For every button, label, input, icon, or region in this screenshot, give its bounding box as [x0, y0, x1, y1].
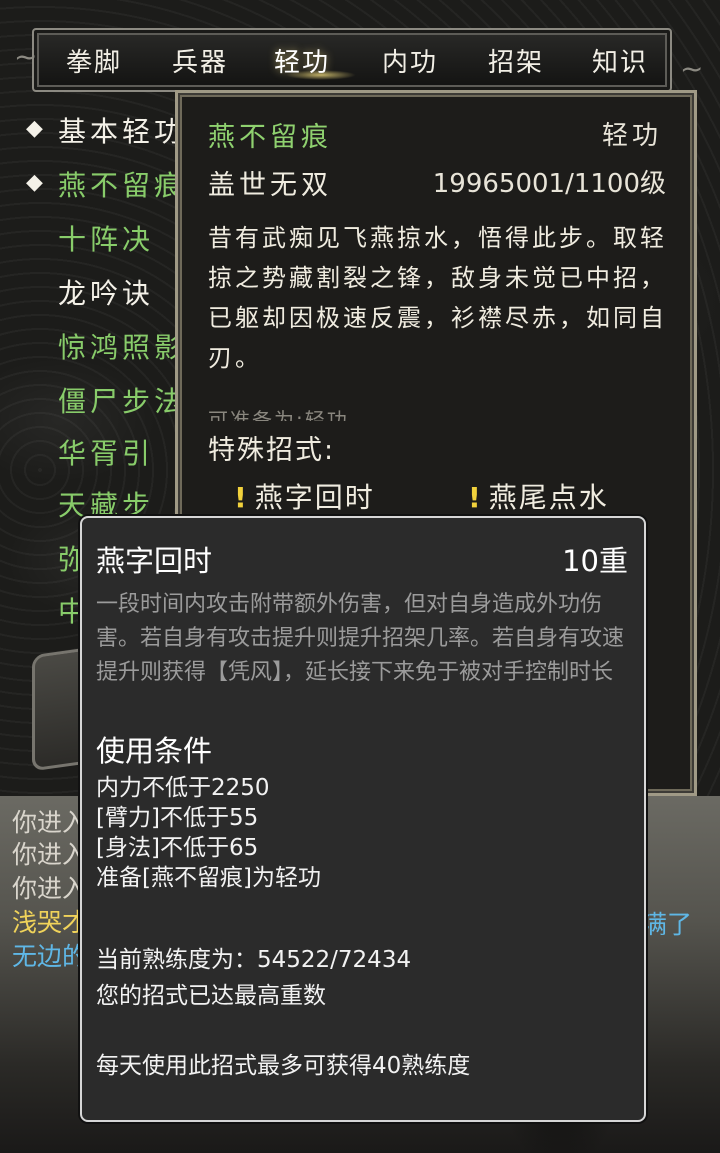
tab-knowledge[interactable]: 知识 [592, 42, 648, 79]
tooltip-description: 一段时间内攻击附带额外伤害，但对自身造成外功伤害。若自身有攻击提升则提升招架几率… [96, 592, 625, 685]
skill-name: 燕不留痕 [208, 122, 332, 153]
skill-list-item[interactable]: 龙吟诀 [58, 272, 154, 312]
swirl-ornament-right: ~ [680, 52, 704, 85]
tab-fist[interactable]: 拳脚 [66, 42, 122, 79]
alert-icon: ! [234, 481, 249, 514]
alert-icon: ! [468, 481, 483, 514]
log-line: 无边的 [12, 942, 88, 971]
requirement-item: [身法]不低于65 [96, 835, 259, 861]
skill-list-item[interactable]: 燕不留痕 [58, 164, 186, 204]
skill-list-item[interactable]: 僵尸步法 [58, 380, 186, 420]
skill-description: 昔有武痴见飞燕掠水，悟得此步。取轻掠之势藏割裂之锋，敌身未觉已中招，已躯却因极速… [208, 224, 667, 372]
equipped-marker-icon: ◆ [26, 116, 43, 141]
tab-weapon[interactable]: 兵器 [172, 42, 228, 79]
log-line: 你进入 [12, 808, 88, 837]
proficiency-text: 当前熟练度为：54522/72434 [96, 947, 412, 973]
log-line: 你进入 [12, 874, 88, 903]
category-tab-bar [32, 28, 672, 92]
equipped-marker-icon: ◆ [26, 170, 43, 195]
requirement-item: [臂力]不低于55 [96, 805, 259, 831]
tab-lightness[interactable]: 轻功 [274, 42, 330, 79]
skill-type: 轻功 [601, 121, 662, 151]
special-move-1[interactable]: ! 燕字回时 [234, 476, 375, 516]
log-line: 你进入 [12, 840, 88, 869]
skill-list-item[interactable]: 华胥引 [58, 432, 154, 472]
special-move-label: 燕字回时 [254, 481, 375, 514]
tab-parry[interactable]: 招架 [488, 42, 544, 79]
special-move-label: 燕尾点水 [488, 481, 609, 514]
special-move-2[interactable]: ! 燕尾点水 [468, 476, 609, 516]
log-line: 浅哭才 [12, 908, 88, 937]
daily-proficiency-note: 每天使用此招式最多可获得40熟练度 [96, 1053, 471, 1079]
requirement-item: 准备[燕不留痕]为轻功 [96, 865, 321, 891]
tab-internal[interactable]: 内功 [382, 42, 438, 79]
requirement-item: 内力不低于2250 [96, 775, 270, 801]
tooltip-move-tier: 10重 [562, 544, 628, 578]
skill-level: 19965001/1100级 [432, 169, 666, 199]
skill-list-item[interactable]: 惊鸿照影 [58, 326, 186, 366]
log-line-right: 满了 [642, 910, 693, 939]
tooltip-move-name: 燕字回时 [96, 544, 213, 578]
skill-list-item[interactable]: 十阵决 [58, 218, 154, 258]
move-tooltip: 燕字回时 10重 一段时间内攻击附带额外伤害，但对自身造成外功伤害。若自身有攻击… [80, 516, 646, 1122]
requirements-title: 使用条件 [96, 734, 213, 768]
max-tier-note: 您的招式已达最高重数 [96, 983, 326, 1009]
swirl-ornament-left: ~ [14, 40, 38, 73]
skill-list-item[interactable]: 基本轻功 [58, 110, 186, 150]
equip-hint: 可准备为:轻功 [208, 408, 349, 421]
special-moves-label: 特殊招式: [208, 435, 336, 466]
skill-rank: 盖世无双 [208, 170, 332, 201]
